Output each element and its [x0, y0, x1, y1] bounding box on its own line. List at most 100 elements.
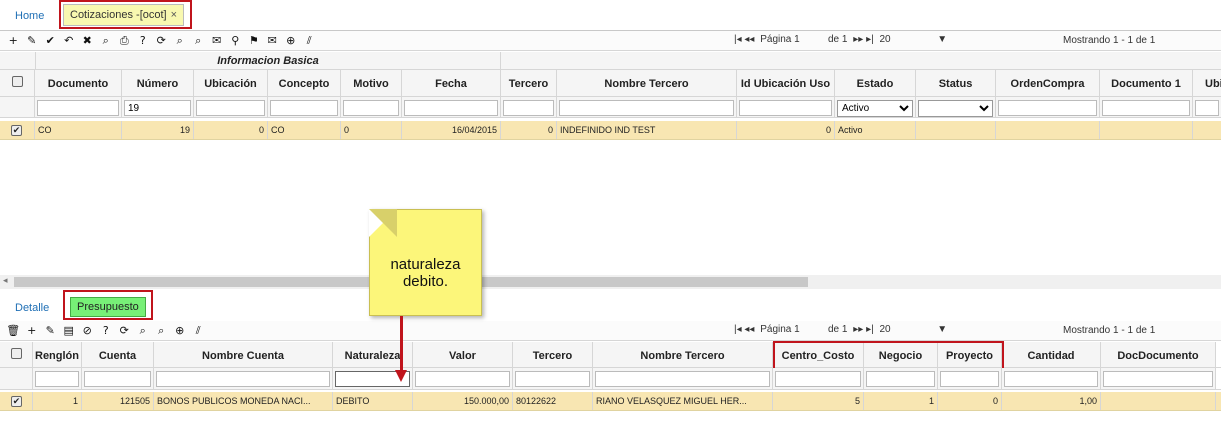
filter-valor[interactable]: [415, 371, 510, 387]
row-checkbox[interactable]: ✔: [11, 125, 22, 136]
filter-nombre-cuenta[interactable]: [156, 371, 330, 387]
filter-documento-1[interactable]: [1102, 100, 1190, 116]
refresh-icon[interactable]: ⟳: [152, 33, 171, 48]
undo-icon[interactable]: ↶: [60, 33, 79, 48]
filter-fecha[interactable]: [404, 100, 498, 116]
filter-centro-costo[interactable]: [775, 371, 861, 387]
col-ubi[interactable]: Ubi: [1193, 70, 1221, 96]
filter-ubicacion[interactable]: [196, 100, 265, 116]
pin-icon[interactable]: ⚑: [245, 33, 264, 48]
col-motivo[interactable]: Motivo: [341, 70, 402, 96]
pager-first-prev-icon[interactable]: |◂ ◂◂: [734, 324, 754, 335]
print-icon[interactable]: ⎙: [115, 33, 134, 48]
plus-circle-icon[interactable]: ⊕: [282, 33, 301, 48]
col-documento-1[interactable]: Documento 1: [1100, 70, 1193, 96]
add-icon[interactable]: +: [4, 33, 23, 48]
pager-next-last-icon[interactable]: ▸▸ ▸|: [853, 34, 873, 45]
list-icon[interactable]: ▤: [60, 323, 79, 338]
select-all-checkbox[interactable]: [11, 76, 23, 87]
search-icon[interactable]: ⌕: [97, 33, 116, 48]
save-icon[interactable]: ✔: [41, 33, 60, 48]
mail-icon[interactable]: ✉: [263, 33, 282, 48]
filter-renglon-cell: [33, 368, 82, 389]
page-size-select[interactable]: 20: [879, 34, 931, 45]
filter-cuenta[interactable]: [84, 371, 151, 387]
col-documento[interactable]: Documento: [35, 70, 122, 96]
cancel-icon[interactable]: ⊘: [78, 323, 97, 338]
pager-first-prev-icon[interactable]: |◂ ◂◂: [734, 34, 754, 45]
help-icon[interactable]: ?: [97, 323, 116, 338]
filter-nombre-tercero-cell: [593, 368, 773, 389]
add-icon[interactable]: +: [23, 323, 42, 338]
col-cantidad[interactable]: Cantidad: [1002, 342, 1101, 367]
pager-next-last-icon[interactable]: ▸▸ ▸|: [853, 324, 873, 335]
table-row[interactable]: ✔ CO 19 0 CO 0 16/04/2015 0 INDEFINIDO I…: [0, 121, 1221, 140]
tab-home[interactable]: Home: [15, 10, 44, 22]
detail-select-all-checkbox[interactable]: [10, 348, 22, 359]
user-icon[interactable]: ⚲: [226, 33, 245, 48]
col-estado[interactable]: Estado: [835, 70, 916, 96]
cell-centro-costo: 5: [773, 392, 864, 410]
col-fecha[interactable]: Fecha: [402, 70, 501, 96]
slash-icon[interactable]: ⫽: [189, 323, 208, 338]
col-valor[interactable]: Valor: [413, 342, 513, 367]
filter-proyecto[interactable]: [940, 371, 999, 387]
filter-negocio[interactable]: [866, 371, 935, 387]
filter-renglon[interactable]: [35, 371, 79, 387]
horizontal-scrollbar[interactable]: ◂: [0, 275, 1221, 289]
filter-orden-compra[interactable]: [998, 100, 1097, 116]
scroll-left-icon[interactable]: ◂: [3, 275, 8, 286]
col-nombre-tercero[interactable]: Nombre Tercero: [593, 342, 773, 367]
filter-tercero[interactable]: [503, 100, 554, 116]
col-concepto[interactable]: Concepto: [268, 70, 341, 96]
plus-circle-icon[interactable]: ⊕: [171, 323, 190, 338]
col-nombre-cuenta[interactable]: Nombre Cuenta: [154, 342, 333, 367]
filter-ubi[interactable]: [1195, 100, 1219, 116]
refresh-icon[interactable]: ⟳: [115, 323, 134, 338]
zoom-out-icon[interactable]: ⌕: [152, 323, 171, 338]
filter-cantidad[interactable]: [1004, 371, 1098, 387]
filter-status-select[interactable]: [918, 100, 993, 117]
filter-doc-documento[interactable]: [1103, 371, 1213, 387]
col-numero[interactable]: Número: [122, 70, 194, 96]
help-icon[interactable]: ?: [134, 33, 153, 48]
tab-detalle[interactable]: Detalle: [15, 302, 49, 314]
col-tercero[interactable]: Tercero: [501, 70, 557, 96]
edit-icon[interactable]: ✎: [41, 323, 60, 338]
comment-icon[interactable]: ✉: [208, 33, 227, 48]
page-input[interactable]: Página 1: [760, 34, 822, 45]
col-orden-compra[interactable]: OrdenCompra: [996, 70, 1100, 96]
cell-tercero: 80122622: [513, 392, 593, 410]
filter-id-ubicacion[interactable]: [739, 100, 832, 116]
filter-documento-1-cell: [1100, 97, 1193, 117]
filter-estado-select[interactable]: Activo: [837, 100, 913, 117]
table-row[interactable]: ✔ 1 121505 BONOS PUBLICOS MONEDA NACI...…: [0, 392, 1221, 411]
col-status[interactable]: Status: [916, 70, 996, 96]
row-checkbox[interactable]: ✔: [11, 396, 22, 407]
slash-icon[interactable]: ⫽: [300, 33, 319, 48]
edit-icon[interactable]: ✎: [23, 33, 42, 48]
col-nombre-tercero[interactable]: Nombre Tercero: [557, 70, 737, 96]
zoom-out-icon[interactable]: ⌕: [189, 33, 208, 48]
page-input[interactable]: Página 1: [760, 324, 822, 335]
filter-numero[interactable]: [124, 100, 191, 116]
filter-concepto[interactable]: [270, 100, 338, 116]
col-tercero[interactable]: Tercero: [513, 342, 593, 367]
trash-icon[interactable]: 🗑: [4, 323, 23, 338]
col-cuenta[interactable]: Cuenta: [82, 342, 154, 367]
col-renglon[interactable]: Renglón: [33, 342, 82, 367]
delete-icon[interactable]: ✖: [78, 33, 97, 48]
filter-tercero[interactable]: [515, 371, 590, 387]
filter-documento[interactable]: [37, 100, 119, 116]
filter-nombre-tercero[interactable]: [559, 100, 734, 116]
filter-motivo[interactable]: [343, 100, 399, 116]
zoom-in-icon[interactable]: ⌕: [171, 33, 190, 48]
zoom-in-icon[interactable]: ⌕: [134, 323, 153, 338]
chevron-down-icon[interactable]: ▼: [937, 324, 947, 335]
filter-nombre-tercero[interactable]: [595, 371, 770, 387]
chevron-down-icon[interactable]: ▼: [937, 34, 947, 45]
page-size-select[interactable]: 20: [879, 324, 931, 335]
col-id-ubicacion-uso[interactable]: Id Ubicación Uso: [737, 70, 835, 96]
col-ubicacion[interactable]: Ubicación: [194, 70, 268, 96]
col-doc-documento[interactable]: DocDocumento: [1101, 342, 1216, 367]
